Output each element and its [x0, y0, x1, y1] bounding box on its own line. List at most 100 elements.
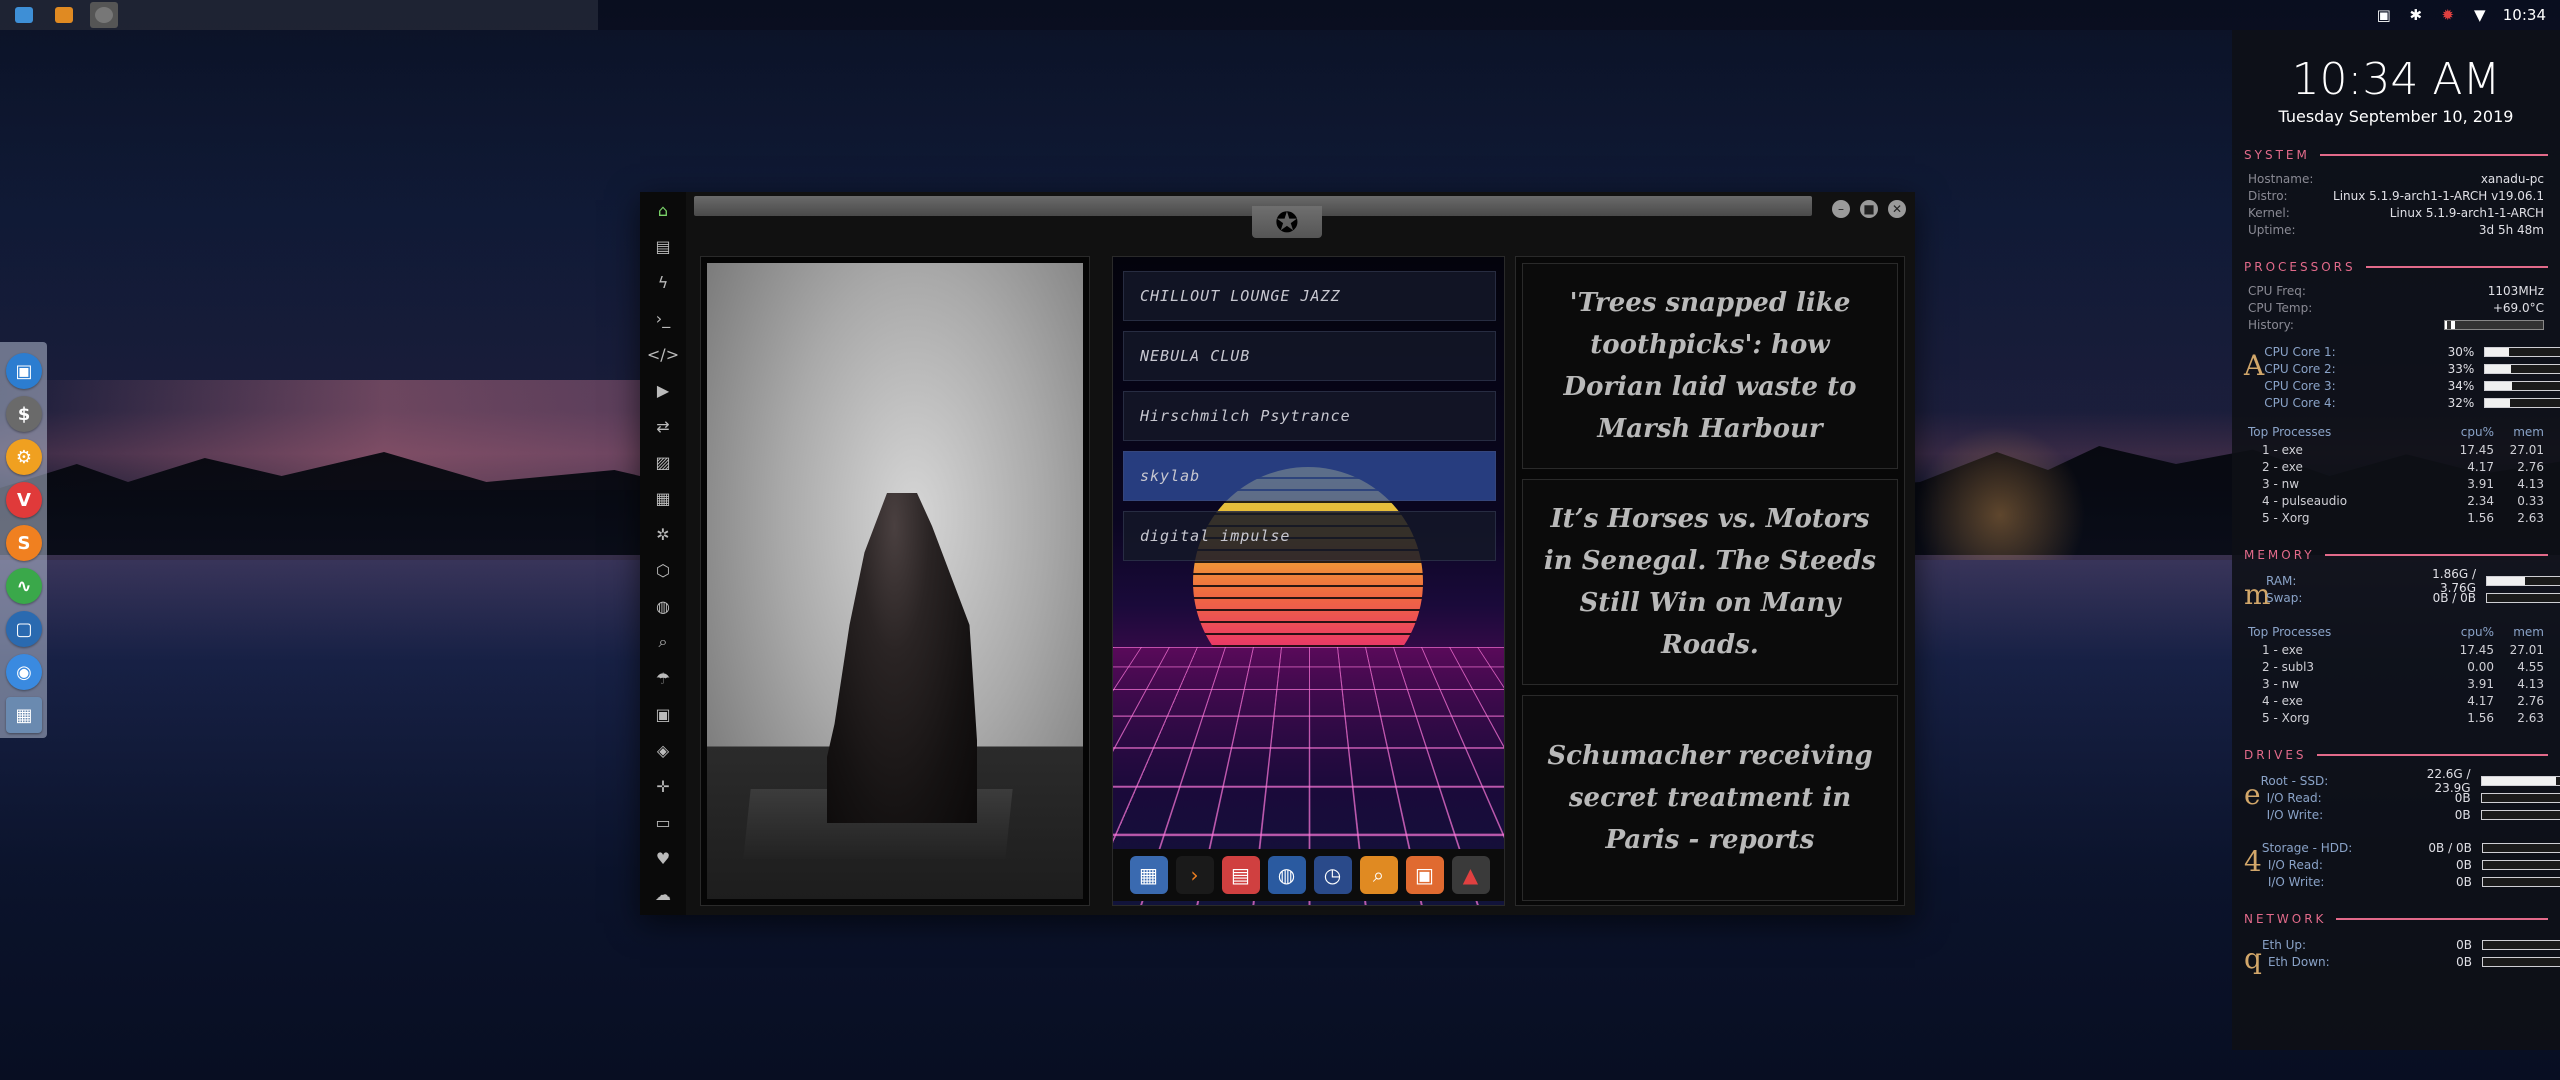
- dock-workspace-icon[interactable]: ▦: [6, 697, 42, 733]
- wifi-icon[interactable]: ▼: [2471, 6, 2489, 24]
- dock-settings-icon[interactable]: ⚙: [6, 439, 42, 475]
- dock-files-icon[interactable]: ▣: [6, 353, 42, 389]
- dock-chrome-icon[interactable]: ◉: [6, 654, 42, 690]
- news-headline[interactable]: It’s Horses vs. Motors in Senegal. The S…: [1522, 479, 1898, 685]
- update-icon[interactable]: ✹: [2439, 6, 2457, 24]
- cpu-core-bar: [2484, 397, 2560, 408]
- umbrella-icon[interactable]: ☂: [640, 660, 686, 696]
- settings-icon[interactable]: ✲: [640, 516, 686, 552]
- cpu-temp-row: CPU Temp: +69.0°C: [2248, 300, 2544, 315]
- terminal-icon[interactable]: ›_: [640, 300, 686, 336]
- cpu-history-row: History:: [2248, 316, 2544, 333]
- eth-up-row: Eth Up: 0B: [2262, 936, 2560, 953]
- cpu-core-row: CPU Core 1: 30%: [2264, 343, 2560, 360]
- expand-icon[interactable]: ✛: [640, 768, 686, 804]
- dock-screenshot-icon[interactable]: ▢: [6, 611, 42, 647]
- diamond-icon[interactable]: ◈: [640, 732, 686, 768]
- play-icon[interactable]: ▶: [640, 372, 686, 408]
- station-item[interactable]: Hirschmilch Psytrance: [1123, 391, 1496, 441]
- storage-read-bar: [2481, 859, 2560, 870]
- close-button[interactable]: ✕: [1888, 200, 1906, 218]
- conky-date: Tuesday September 10, 2019: [2278, 107, 2514, 126]
- root-read-bar: [2480, 792, 2560, 803]
- distro-row: Distro: Linux 5.1.9-arch1-1-ARCH v19.06.1: [2248, 188, 2544, 203]
- search-icon[interactable]: ⌕: [640, 624, 686, 660]
- image-icon[interactable]: ▨: [640, 444, 686, 480]
- active-window-button[interactable]: [90, 2, 118, 28]
- station-item[interactable]: CHILLOUT LOUNGE JAZZ: [1123, 271, 1496, 321]
- sublime-launcher[interactable]: [50, 2, 78, 28]
- cpu-core-row: CPU Core 3: 34%: [2264, 377, 2560, 394]
- photo-panel: [700, 256, 1090, 906]
- cpu-core-bar: [2484, 363, 2560, 374]
- swap-bar: [2486, 592, 2560, 603]
- process-row: 1 - exe 17.45 27.01: [2262, 442, 2544, 457]
- news-icon[interactable]: ▦: [640, 480, 686, 516]
- cpu-history-graph: [2444, 319, 2544, 330]
- sublime-icon: [55, 7, 73, 23]
- root-read-row: I/O Read: 0B: [2261, 789, 2560, 806]
- cpu-top-processes-header: Top Processes cpu% mem: [2248, 425, 2544, 439]
- section-header-network: NETWORK: [2244, 912, 2548, 926]
- top-panel: ▣ ✱ ✹ ▼ 10:34: [0, 0, 2560, 30]
- lightning-icon[interactable]: ϟ: [640, 264, 686, 300]
- root-drive-group: e Root - SSD: 22.6G / 23.9G I/O Read: 0B I…: [2244, 767, 2560, 823]
- heart-icon[interactable]: ♥: [640, 840, 686, 876]
- globe-icon[interactable]: ◍: [1267, 856, 1306, 894]
- files-launcher[interactable]: [10, 2, 38, 28]
- sublime-icon[interactable]: ›: [1175, 856, 1214, 894]
- system-monitor-panel: 10:34 AM Tuesday September 10, 2019 SYST…: [2232, 30, 2560, 1050]
- contact-icon[interactable]: ▣: [640, 696, 686, 732]
- news-headline[interactable]: Schumacher receiving secret treatment in…: [1522, 695, 1898, 901]
- process-row: 4 - exe 4.17 2.76: [2262, 693, 2544, 708]
- arch-icon[interactable]: ▲: [1451, 856, 1490, 894]
- station-list: CHILLOUT LOUNGE JAZZ NEBULA CLUB Hirschm…: [1123, 271, 1496, 571]
- search-icon[interactable]: ⌕: [1359, 856, 1398, 894]
- home-icon[interactable]: ⌂: [640, 192, 686, 228]
- dock-monitor-icon[interactable]: ∿: [6, 568, 42, 604]
- cloud-icon[interactable]: ☁: [640, 876, 686, 912]
- system-tray: ▣ ✱ ✹ ▼ 10:34: [2375, 0, 2560, 30]
- hexagon-icon[interactable]: ⬡: [640, 552, 686, 588]
- dock-sublime-icon[interactable]: S: [6, 525, 42, 561]
- radio-panel: CHILLOUT LOUNGE JAZZ NEBULA CLUB Hirschm…: [1112, 256, 1505, 906]
- process-row: 5 - Xorg 1.56 2.63: [2262, 510, 2544, 525]
- memory-glyph: m: [2244, 578, 2271, 611]
- process-row: 3 - nw 3.91 4.13: [2262, 476, 2544, 491]
- kernel-row: Kernel: Linux 5.1.9-arch1-1-ARCH: [2248, 205, 2544, 220]
- translate-icon[interactable]: ⇄: [640, 408, 686, 444]
- station-item-active[interactable]: skylab: [1123, 451, 1496, 501]
- tray-clock[interactable]: 10:34: [2503, 6, 2546, 24]
- root-write-row: I/O Write: 0B: [2261, 806, 2560, 823]
- minimize-button[interactable]: –: [1832, 200, 1850, 218]
- drive-glyph: e: [2244, 778, 2261, 811]
- cpu-core-bar: [2484, 346, 2560, 357]
- news-headline[interactable]: 'Trees snapped like toothpicks': how Dor…: [1522, 263, 1898, 469]
- portrait-photo: [707, 263, 1083, 899]
- dock-terminal-icon[interactable]: $: [6, 396, 42, 432]
- globe-icon[interactable]: ◍: [640, 588, 686, 624]
- ram-bar: [2486, 575, 2560, 586]
- station-item[interactable]: digital impulse: [1123, 511, 1496, 561]
- bluetooth-icon[interactable]: ✱: [2407, 6, 2425, 24]
- image-icon[interactable]: ▣: [2375, 6, 2393, 24]
- uptime-row: Uptime: 3d 5h 48m: [2248, 222, 2544, 237]
- document-icon[interactable]: ▤: [640, 228, 686, 264]
- dashboard-window: ⌂ ▤ ϟ ›_ </> ▶ ⇄ ▨ ▦ ✲ ⬡ ◍ ⌕ ☂ ▣ ◈ ✛ ▭ ♥…: [640, 192, 1915, 915]
- section-header-drives: DRIVES: [2244, 748, 2548, 762]
- storage-usage-row: Storage - HDD: 0B / 0B: [2262, 839, 2560, 856]
- process-row: 3 - nw 3.91 4.13: [2262, 676, 2544, 691]
- maximize-button[interactable]: ■: [1860, 200, 1878, 218]
- calendar-icon[interactable]: ▤: [1221, 856, 1260, 894]
- swap-row: Swap: 0B / 0B: [2266, 589, 2560, 606]
- station-item[interactable]: NEBULA CLUB: [1123, 331, 1496, 381]
- root-usage-bar: [2480, 775, 2560, 786]
- youtube-icon[interactable]: ▭: [640, 804, 686, 840]
- conky-clock: 10:34 AM: [2291, 54, 2501, 105]
- dock-vivaldi-icon[interactable]: V: [6, 482, 42, 518]
- clock-icon[interactable]: ◷: [1313, 856, 1352, 894]
- image-viewer-icon[interactable]: ▣: [1405, 856, 1444, 894]
- rebel-alliance-icon: ✪: [1252, 206, 1322, 239]
- code-icon[interactable]: </>: [640, 336, 686, 372]
- calculator-icon[interactable]: ▦: [1129, 856, 1168, 894]
